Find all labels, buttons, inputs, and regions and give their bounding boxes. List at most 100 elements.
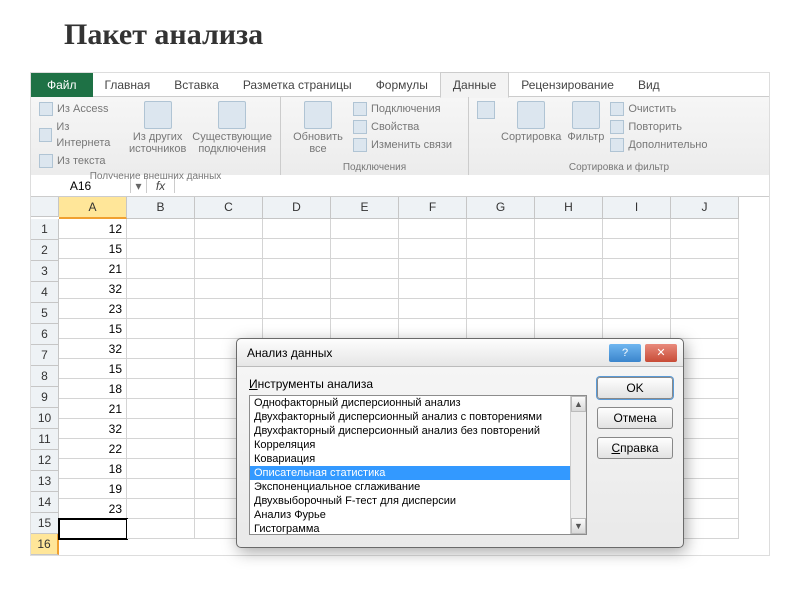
tab-page-layout[interactable]: Разметка страницы bbox=[231, 73, 364, 97]
cell[interactable] bbox=[127, 239, 195, 259]
cell[interactable] bbox=[331, 259, 399, 279]
cell[interactable] bbox=[535, 239, 603, 259]
cell[interactable] bbox=[331, 239, 399, 259]
existing-connections-button[interactable]: Существующие подключения bbox=[192, 101, 272, 169]
cell[interactable] bbox=[603, 279, 671, 299]
cell[interactable]: 23 bbox=[59, 499, 127, 519]
name-box-dropdown[interactable]: ▾ bbox=[131, 179, 147, 193]
cell[interactable] bbox=[127, 279, 195, 299]
cell[interactable] bbox=[467, 259, 535, 279]
tab-home[interactable]: Главная bbox=[93, 73, 163, 97]
sort-button[interactable]: Сортировка bbox=[501, 101, 561, 153]
cell[interactable] bbox=[127, 399, 195, 419]
cell[interactable] bbox=[467, 219, 535, 239]
cell[interactable] bbox=[263, 239, 331, 259]
reapply-filter-button[interactable]: Повторить bbox=[610, 119, 707, 135]
cell[interactable]: 22 bbox=[59, 439, 127, 459]
column-header[interactable]: H bbox=[535, 197, 603, 219]
ok-button[interactable]: OK bbox=[597, 377, 673, 399]
cell[interactable] bbox=[399, 239, 467, 259]
tab-view[interactable]: Вид bbox=[626, 73, 672, 97]
cell[interactable] bbox=[671, 319, 739, 339]
list-item[interactable]: Экспоненциальное сглаживание bbox=[250, 480, 570, 494]
column-header[interactable]: A bbox=[59, 197, 127, 219]
row-header[interactable]: 15 bbox=[31, 513, 59, 534]
analysis-tools-listbox[interactable]: Однофакторный дисперсионный анализДвухфа… bbox=[249, 395, 587, 535]
cell[interactable] bbox=[467, 299, 535, 319]
cell[interactable] bbox=[263, 259, 331, 279]
column-header[interactable]: B bbox=[127, 197, 195, 219]
column-header[interactable]: J bbox=[671, 197, 739, 219]
cell[interactable] bbox=[399, 299, 467, 319]
cell[interactable] bbox=[535, 259, 603, 279]
refresh-all-button[interactable]: Обновить все bbox=[289, 101, 347, 155]
row-header[interactable]: 3 bbox=[31, 261, 59, 282]
row-header[interactable]: 14 bbox=[31, 492, 59, 513]
column-header[interactable]: D bbox=[263, 197, 331, 219]
cell[interactable] bbox=[671, 239, 739, 259]
cell[interactable] bbox=[127, 419, 195, 439]
row-header[interactable]: 11 bbox=[31, 429, 59, 450]
cell[interactable] bbox=[399, 259, 467, 279]
cell[interactable] bbox=[127, 379, 195, 399]
cell[interactable]: 18 bbox=[59, 379, 127, 399]
cell[interactable] bbox=[331, 279, 399, 299]
cell[interactable] bbox=[127, 219, 195, 239]
cell[interactable] bbox=[603, 299, 671, 319]
cell[interactable] bbox=[127, 439, 195, 459]
cell[interactable] bbox=[127, 519, 195, 539]
help-button[interactable]: Справка bbox=[597, 437, 673, 459]
cell[interactable] bbox=[263, 299, 331, 319]
cell[interactable]: 18 bbox=[59, 459, 127, 479]
row-header[interactable]: 4 bbox=[31, 282, 59, 303]
cell[interactable]: 15 bbox=[59, 359, 127, 379]
from-web-button[interactable]: Из Интернета bbox=[39, 119, 123, 151]
row-header[interactable]: 12 bbox=[31, 450, 59, 471]
cell[interactable]: 32 bbox=[59, 339, 127, 359]
from-access-button[interactable]: Из Access bbox=[39, 101, 123, 117]
cell[interactable] bbox=[671, 279, 739, 299]
cell[interactable] bbox=[195, 319, 263, 339]
list-item[interactable]: Гистограмма bbox=[250, 522, 570, 534]
cell[interactable] bbox=[127, 499, 195, 519]
cell[interactable] bbox=[671, 259, 739, 279]
cell[interactable] bbox=[127, 339, 195, 359]
cell[interactable] bbox=[671, 299, 739, 319]
cell[interactable] bbox=[127, 319, 195, 339]
cell[interactable] bbox=[331, 299, 399, 319]
row-header[interactable]: 8 bbox=[31, 366, 59, 387]
tab-formulas[interactable]: Формулы bbox=[364, 73, 440, 97]
from-other-button[interactable]: Из других источников bbox=[129, 101, 186, 169]
cell[interactable] bbox=[263, 319, 331, 339]
row-header[interactable]: 10 bbox=[31, 408, 59, 429]
cell[interactable] bbox=[603, 239, 671, 259]
column-header[interactable]: E bbox=[331, 197, 399, 219]
connections-button[interactable]: Подключения bbox=[353, 101, 452, 117]
cell[interactable] bbox=[127, 479, 195, 499]
column-header[interactable]: G bbox=[467, 197, 535, 219]
cell[interactable] bbox=[535, 299, 603, 319]
row-header[interactable]: 16 bbox=[31, 534, 59, 555]
row-header[interactable]: 2 bbox=[31, 240, 59, 261]
cell[interactable] bbox=[195, 219, 263, 239]
dialog-titlebar[interactable]: Анализ данных ? ✕ bbox=[237, 339, 683, 367]
clear-filter-button[interactable]: Очистить bbox=[610, 101, 707, 117]
cell[interactable] bbox=[331, 219, 399, 239]
cell[interactable] bbox=[127, 259, 195, 279]
cell[interactable] bbox=[535, 319, 603, 339]
row-header[interactable]: 5 bbox=[31, 303, 59, 324]
advanced-filter-button[interactable]: Дополнительно bbox=[610, 137, 707, 153]
select-all-corner[interactable] bbox=[31, 197, 59, 217]
list-item[interactable]: Двухвыборочный F-тест для дисперсии bbox=[250, 494, 570, 508]
scroll-down-button[interactable]: ▼ bbox=[571, 518, 586, 534]
dialog-help-button[interactable]: ? bbox=[609, 344, 641, 362]
cell[interactable]: 19 bbox=[59, 479, 127, 499]
cell[interactable] bbox=[603, 259, 671, 279]
tab-file[interactable]: Файл bbox=[31, 73, 93, 97]
listbox-scrollbar[interactable]: ▲ ▼ bbox=[570, 396, 586, 534]
row-header[interactable]: 9 bbox=[31, 387, 59, 408]
cell[interactable]: 21 bbox=[59, 259, 127, 279]
cell[interactable] bbox=[127, 359, 195, 379]
row-header[interactable]: 6 bbox=[31, 324, 59, 345]
properties-button[interactable]: Свойства bbox=[353, 119, 452, 135]
